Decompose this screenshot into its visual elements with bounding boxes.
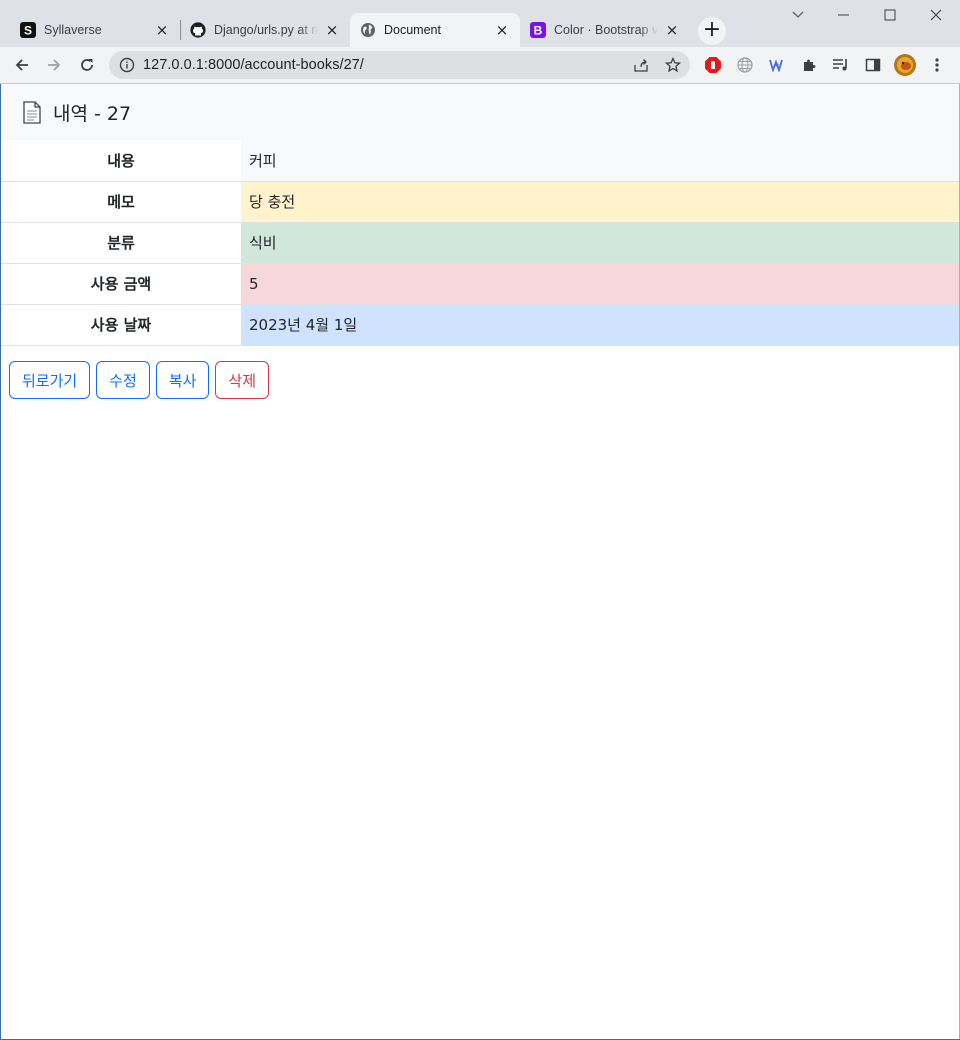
tab-title: Color · Bootstrap v5	[554, 23, 658, 37]
back-button[interactable]: 뒤로가기	[9, 361, 91, 399]
table-row: 사용 금액 5	[1, 263, 959, 305]
svg-text:S: S	[24, 24, 32, 38]
github-icon	[190, 22, 206, 38]
document-icon	[23, 101, 41, 124]
delete-button[interactable]: 삭제	[215, 361, 270, 399]
side-panel-icon[interactable]	[859, 51, 887, 79]
page-title: 내역 - 27	[53, 103, 132, 125]
row-value: 2023년 4월 1일	[241, 304, 959, 346]
close-tab-icon[interactable]: ×	[494, 22, 510, 38]
tab-document[interactable]: Document ×	[350, 13, 520, 47]
bootstrap-icon: B	[530, 22, 546, 38]
row-value: 커피	[241, 140, 959, 182]
table-row: 내용 커피	[1, 140, 959, 182]
edit-button[interactable]: 수정	[96, 361, 150, 399]
url-text: 127.0.0.1:8000/account-books/27/	[143, 57, 364, 73]
extensions-puzzle-icon[interactable]	[795, 51, 823, 79]
row-label: 내용	[1, 140, 241, 182]
forward-arrow-icon[interactable]	[40, 51, 68, 79]
globe-icon	[360, 22, 376, 38]
translate-globe-icon[interactable]	[731, 51, 759, 79]
tab-bootstrap[interactable]: B Color · Bootstrap v5 ×	[520, 13, 690, 47]
address-bar[interactable]: 127.0.0.1:8000/account-books/27/	[109, 51, 690, 79]
close-tab-icon[interactable]: ×	[664, 22, 680, 38]
copy-button[interactable]: 복사	[155, 361, 210, 399]
detail-table: 내용 커피 메모 당 충전 분류 식비 사용 금액 5 사용 날짜 2023년 …	[1, 140, 959, 346]
row-label: 메모	[1, 181, 241, 223]
close-tab-icon[interactable]: ×	[154, 22, 170, 38]
row-value: 당 충전	[241, 181, 959, 223]
tab-title: Django/urls.py at m	[214, 23, 318, 37]
row-value: 식비	[241, 222, 959, 264]
adblock-extension-icon[interactable]	[699, 51, 727, 79]
svg-text:B: B	[534, 24, 543, 38]
tab-strip: S Syllaverse × Django/urls.py at m × Doc…	[0, 0, 960, 47]
bookmark-star-icon[interactable]	[664, 56, 682, 73]
back-arrow-icon[interactable]	[8, 51, 36, 79]
reload-icon[interactable]	[73, 51, 101, 79]
tab-title: Document	[384, 23, 441, 37]
table-row: 사용 날짜 2023년 4월 1일	[1, 304, 959, 346]
tab-syllaverse[interactable]: S Syllaverse ×	[10, 13, 180, 47]
browser-menu-icon[interactable]	[923, 51, 951, 79]
page-header: 내역 - 27	[1, 84, 959, 140]
row-value: 5	[241, 263, 959, 305]
page-content: 내역 - 27 내용 커피 메모 당 충전 분류 식비 사용 금액 5 사용 날…	[1, 84, 959, 1039]
media-queue-icon[interactable]	[827, 51, 855, 79]
close-window-icon[interactable]	[913, 0, 959, 30]
new-tab-button[interactable]: +	[698, 17, 726, 45]
tab-title: Syllaverse	[44, 23, 102, 37]
close-tab-icon[interactable]: ×	[324, 22, 340, 38]
syllaverse-s-icon: S	[20, 22, 36, 38]
minimize-icon[interactable]	[821, 0, 867, 30]
table-row: 메모 당 충전	[1, 181, 959, 223]
site-info-icon[interactable]	[119, 57, 135, 73]
action-buttons: 뒤로가기 수정 복사 삭제	[9, 361, 270, 399]
extension-wave-icon[interactable]	[763, 51, 791, 79]
row-label: 사용 금액	[1, 263, 241, 305]
row-label: 사용 날짜	[1, 304, 241, 346]
table-row: 분류 식비	[1, 222, 959, 264]
tab-github[interactable]: Django/urls.py at m ×	[180, 13, 350, 47]
row-label: 분류	[1, 222, 241, 264]
tab-search-icon[interactable]	[775, 0, 821, 30]
maximize-icon[interactable]	[867, 0, 913, 30]
profile-avatar[interactable]	[891, 51, 919, 79]
browser-toolbar: 127.0.0.1:8000/account-books/27/	[0, 47, 960, 84]
share-icon[interactable]	[633, 57, 649, 73]
